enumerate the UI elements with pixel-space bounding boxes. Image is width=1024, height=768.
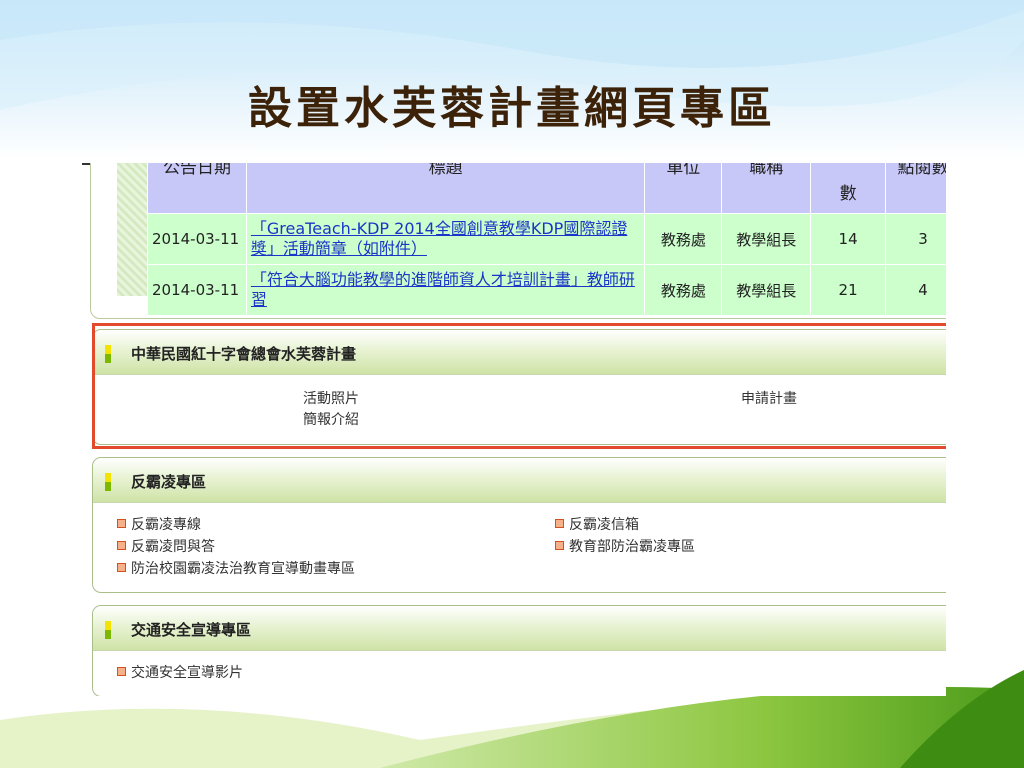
traffic-panel: 交通安全宣導專區 交通安全宣導影片 bbox=[92, 605, 946, 696]
header-title: 標題 bbox=[245, 163, 646, 214]
link-moe-antibully[interactable]: 教育部防治霸凌專區 bbox=[555, 536, 695, 556]
row-date: 2014-03-11 bbox=[147, 213, 247, 265]
row-clicks: 3 bbox=[885, 213, 946, 265]
header-job: 職稱 bbox=[721, 163, 812, 214]
bullet-marker-icon bbox=[105, 473, 111, 491]
header-date: 公告日期 bbox=[147, 163, 247, 214]
antibully-panel-header: 反霸凌專區 bbox=[93, 458, 946, 503]
row-count: 21 bbox=[810, 264, 887, 316]
table-row: 2014-03-11 「GreaTeach-KDP 2014全國創意教學KDP國… bbox=[147, 213, 946, 265]
announcement-link[interactable]: 「GreaTeach-KDP 2014全國創意教學KDP國際認證獎」活動簡章（如… bbox=[251, 219, 640, 259]
row-job: 教學組長 bbox=[721, 264, 812, 316]
header-count-label: 數 bbox=[839, 184, 857, 204]
row-count: 14 bbox=[810, 213, 887, 265]
link-antibully-animation[interactable]: 防治校園霸凌法治教育宣導動畫專區 bbox=[117, 558, 355, 578]
bullet-marker-icon bbox=[105, 621, 111, 639]
webpage-screenshot: 公告日期 標題 單位 職稱 數 點閱數 2014-03-11 「GreaTeac… bbox=[82, 163, 946, 696]
decorative-strip bbox=[117, 163, 147, 296]
header-unit: 單位 bbox=[644, 163, 723, 214]
header-clicks: 點閱數 bbox=[885, 163, 946, 214]
row-unit: 教務處 bbox=[644, 264, 723, 316]
slide-title: 設置水芙蓉計畫網頁專區 bbox=[248, 83, 776, 134]
row-clicks: 4 bbox=[885, 264, 946, 316]
row-unit: 教務處 bbox=[644, 213, 723, 265]
antibully-panel-title: 反霸凌專區 bbox=[131, 473, 207, 491]
announcement-link[interactable]: 「符合大腦功能教學的進階師資人才培訓計畫」教師研習 bbox=[251, 270, 640, 310]
antibully-panel: 反霸凌專區 反霸凌專線 反霸凌問與答 防治校園霸凌法治教育宣導動畫專區 反霸凌信… bbox=[92, 457, 946, 593]
announcement-panel: 公告日期 標題 單位 職稱 數 點閱數 2014-03-11 「GreaTeac… bbox=[90, 163, 946, 319]
table-header-row: 公告日期 標題 單位 職稱 數 點閱數 bbox=[147, 163, 946, 214]
link-antibully-hotline[interactable]: 反霸凌專線 bbox=[117, 514, 201, 534]
link-antibully-faq[interactable]: 反霸凌問與答 bbox=[117, 536, 215, 556]
highlight-box bbox=[92, 323, 946, 449]
traffic-panel-header: 交通安全宣導專區 bbox=[93, 606, 946, 651]
row-title-cell: 「GreaTeach-KDP 2014全國創意教學KDP國際認證獎」活動簡章（如… bbox=[245, 213, 646, 265]
announcement-table: 公告日期 標題 單位 職稱 數 點閱數 2014-03-11 「GreaTeac… bbox=[147, 163, 946, 316]
link-traffic-video[interactable]: 交通安全宣導影片 bbox=[117, 662, 243, 682]
table-row: 2014-03-11 「符合大腦功能教學的進階師資人才培訓計畫」教師研習 教務處… bbox=[147, 264, 946, 316]
link-antibully-mailbox[interactable]: 反霸凌信箱 bbox=[555, 514, 639, 534]
row-job: 教學組長 bbox=[721, 213, 812, 265]
traffic-panel-title: 交通安全宣導專區 bbox=[131, 621, 252, 639]
row-date: 2014-03-11 bbox=[147, 264, 247, 316]
row-title-cell: 「符合大腦功能教學的進階師資人才培訓計畫」教師研習 bbox=[245, 264, 646, 316]
header-count: 數 bbox=[810, 163, 887, 214]
